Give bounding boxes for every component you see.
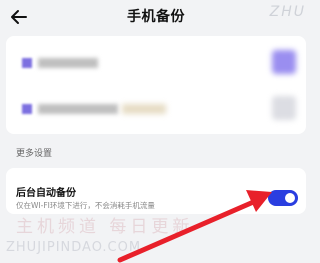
app-name-blurred — [38, 104, 118, 114]
auto-backup-subtitle: 仅在WI-FI环境下进行，不会消耗手机流量 — [16, 201, 155, 210]
app-icon — [22, 58, 32, 68]
app-icon — [22, 104, 32, 114]
page-title: 手机备份 — [127, 9, 185, 25]
app-name-blurred — [38, 58, 98, 68]
app-status-icon — [272, 96, 296, 120]
app-status-icon — [272, 50, 296, 74]
auto-backup-title: 后台自动备份 — [16, 188, 76, 199]
watermark-top: ZHU — [269, 4, 306, 20]
app-name-blurred-secondary — [122, 104, 166, 114]
auto-backup-toggle[interactable] — [268, 190, 298, 206]
app-row[interactable] — [6, 40, 306, 86]
watermark-bottom: 主机频道 每日更新 — [16, 217, 194, 237]
app-row[interactable] — [6, 86, 306, 132]
toggle-knob — [285, 193, 295, 203]
section-title-more-settings: 更多设置 — [16, 149, 53, 159]
backup-apps-card — [6, 36, 306, 134]
auto-backup-setting[interactable]: 后台自动备份 仅在WI-FI环境下进行，不会消耗手机流量 — [6, 168, 306, 214]
watermark-url: ZHUJIPINDAO.COM — [6, 240, 142, 255]
top-bar: 手机备份 ZHU — [0, 0, 312, 40]
